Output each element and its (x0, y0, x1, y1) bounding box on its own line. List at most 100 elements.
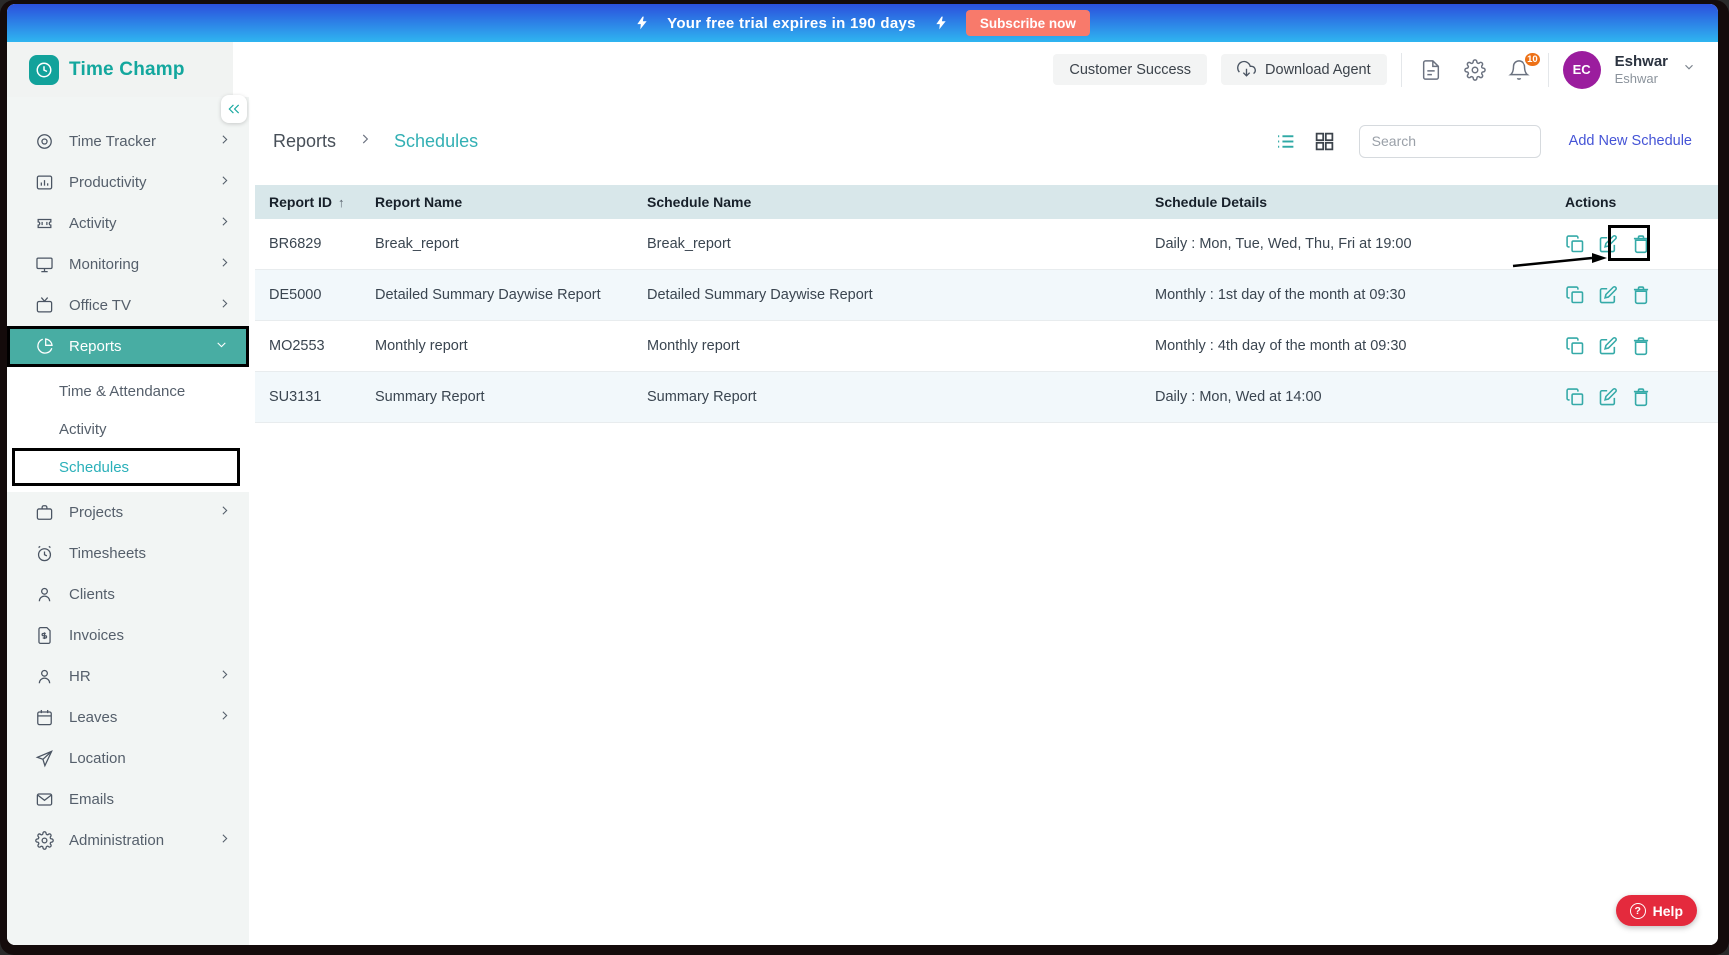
sort-ascending-icon: ↑ (338, 194, 345, 210)
list-view-button[interactable] (1273, 129, 1298, 154)
chevron-right-icon (218, 133, 231, 150)
subscribe-now-button[interactable]: Subscribe now (965, 10, 1090, 36)
sidebar-item-office-tv[interactable]: Office TV (7, 285, 249, 326)
sidebar-item-projects[interactable]: Projects (7, 492, 249, 533)
column-header-actions: Actions (1565, 194, 1617, 210)
row-actions (1565, 285, 1718, 305)
sidebar-item-location[interactable]: Location (7, 738, 249, 779)
customer-success-label: Customer Success (1069, 61, 1192, 78)
gear-icon (1464, 59, 1486, 81)
row-actions (1565, 387, 1718, 407)
copy-button[interactable] (1565, 336, 1585, 356)
submenu-item-activity[interactable]: Activity (7, 410, 249, 448)
delete-button[interactable] (1631, 336, 1651, 356)
pie-chart-icon (35, 337, 54, 356)
table-row: SU3131 Summary Report Summary Report Dai… (255, 372, 1718, 423)
sidebar-item-leaves[interactable]: Leaves (7, 697, 249, 738)
delete-button[interactable] (1631, 285, 1651, 305)
double-chevron-left-icon (226, 102, 242, 116)
user-menu[interactable]: Eshwar Eshwar (1615, 53, 1668, 87)
trash-icon (1631, 234, 1651, 254)
reports-doc-button[interactable] (1416, 55, 1446, 85)
sidebar-item-invoices[interactable]: Invoices (7, 615, 249, 656)
notifications-button[interactable]: 10 (1504, 50, 1542, 85)
sidebar-item-timesheets[interactable]: Timesheets (7, 533, 249, 574)
cell-schedule-name: Break_report (647, 236, 731, 252)
lightning-icon (934, 14, 948, 32)
sidebar-item-reports[interactable]: Reports (7, 326, 249, 367)
main-content: Reports Schedules Add New Schedule (249, 97, 1718, 945)
column-header-schedule-details[interactable]: Schedule Details (1155, 194, 1565, 210)
sidebar-item-hr[interactable]: HR (7, 656, 249, 697)
mail-icon (35, 790, 54, 809)
collapse-sidebar-button[interactable] (221, 95, 247, 123)
search-input[interactable] (1358, 124, 1541, 158)
invoice-icon (35, 626, 54, 645)
sidebar-item-emails[interactable]: Emails (7, 779, 249, 820)
cell-report-name: Summary Report (375, 389, 485, 405)
sidebar-item-label: HR (69, 668, 91, 685)
cell-report-id: DE5000 (269, 287, 322, 303)
submenu-item-schedules[interactable]: Schedules (12, 448, 240, 486)
sidebar-item-label: Emails (69, 791, 115, 808)
row-actions (1565, 336, 1718, 356)
chevron-right-icon (218, 504, 231, 521)
cell-report-name: Monthly report (375, 338, 468, 354)
column-header-report-id[interactable]: Report ID ↑ (269, 194, 375, 210)
column-header-schedule-name[interactable]: Schedule Name (647, 194, 1155, 210)
sidebar-item-productivity[interactable]: Productivity (7, 162, 249, 203)
breadcrumb-reports[interactable]: Reports (273, 131, 336, 152)
app-header: Time Champ Customer Success Download Age… (7, 42, 1718, 123)
notification-badge: 10 (1523, 50, 1542, 68)
user-menu-caret[interactable] (1682, 60, 1696, 79)
cloud-download-icon (1237, 60, 1256, 79)
chevron-right-icon (350, 132, 380, 151)
edit-icon (1598, 387, 1618, 407)
lightning-icon (635, 14, 649, 32)
chevron-down-icon (215, 338, 228, 355)
copy-icon (1565, 336, 1585, 356)
calendar-icon (35, 708, 54, 727)
edit-button[interactable] (1598, 234, 1618, 254)
edit-button[interactable] (1598, 387, 1618, 407)
sidebar-item-monitoring[interactable]: Monitoring (7, 244, 249, 285)
sidebar-item-administration[interactable]: Administration (7, 820, 249, 861)
sidebar-item-label: Office TV (69, 297, 131, 314)
copy-button[interactable] (1565, 387, 1585, 407)
document-icon (1420, 59, 1442, 81)
reports-submenu: Time & Attendance Activity Schedules (7, 367, 249, 492)
user-avatar[interactable]: EC (1562, 50, 1601, 89)
help-label: Help (1652, 902, 1683, 919)
delete-button[interactable] (1631, 387, 1651, 407)
breadcrumb-schedules: Schedules (394, 130, 479, 151)
column-header-report-name[interactable]: Report Name (375, 194, 647, 210)
grid-view-button[interactable] (1312, 129, 1337, 154)
chevron-right-icon (218, 256, 231, 273)
sidebar-item-clients[interactable]: Clients (7, 574, 249, 615)
delete-button[interactable] (1631, 234, 1651, 254)
monitor-icon (35, 255, 54, 274)
copy-button[interactable] (1565, 285, 1585, 305)
table-row: MO2553 Monthly report Monthly report Mon… (255, 321, 1718, 372)
chevron-right-icon (218, 215, 231, 232)
help-button[interactable]: ? Help (1615, 895, 1697, 926)
cell-report-id: SU3131 (269, 389, 322, 405)
submenu-item-time-attendance[interactable]: Time & Attendance (7, 372, 249, 410)
sidebar-item-time-tracker[interactable]: Time Tracker (7, 121, 249, 162)
chevron-right-icon (218, 174, 231, 191)
trial-message: Your free trial expires in 190 days (667, 14, 916, 32)
brand-name: Time Champ (69, 58, 185, 80)
customer-success-button[interactable]: Customer Success (1053, 54, 1208, 85)
sidebar-item-activity[interactable]: Activity (7, 203, 249, 244)
edit-button[interactable] (1598, 336, 1618, 356)
sidebar-item-label: Monitoring (69, 256, 140, 273)
settings-button[interactable] (1460, 55, 1490, 85)
download-agent-button[interactable]: Download Agent (1221, 54, 1387, 85)
sidebar-item-label: Leaves (69, 709, 118, 726)
trash-icon (1631, 336, 1651, 356)
edit-button[interactable] (1598, 285, 1618, 305)
alarm-clock-icon (35, 544, 54, 563)
add-new-schedule-button[interactable]: Add New Schedule (1569, 133, 1692, 149)
sidebar-item-label: Invoices (69, 627, 125, 644)
copy-button[interactable] (1565, 234, 1585, 254)
